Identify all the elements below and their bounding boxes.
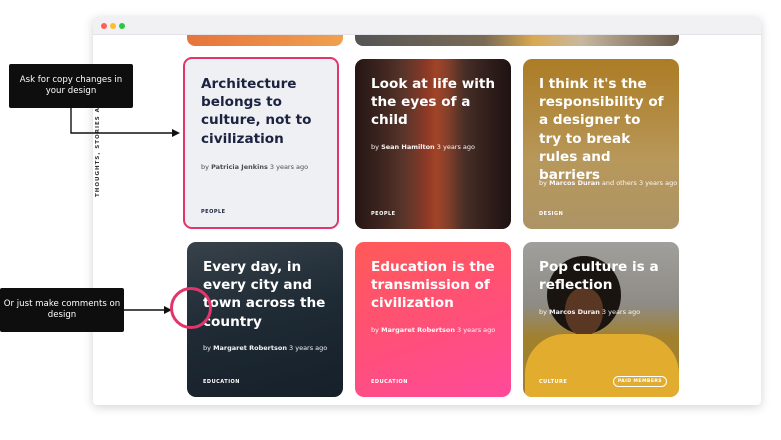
card-title[interactable]: Every day, in every city and town across… (203, 258, 331, 331)
card-author[interactable]: Marcos Duran (549, 308, 600, 316)
maximize-window-dot[interactable] (119, 23, 125, 29)
card-tag[interactable]: DESIGN (539, 211, 563, 217)
card-title[interactable]: Education is the transmission of civiliz… (371, 258, 499, 313)
card-author[interactable]: Margaret Robertson (213, 344, 287, 352)
card-time: 3 years ago (289, 344, 328, 352)
card-byline: by Marcos Duran and others 3 years ago (539, 179, 677, 187)
card-time: 3 years ago (269, 163, 309, 171)
article-card[interactable]: Every day, in every city and town across… (187, 242, 343, 397)
comment-marker-ring[interactable] (170, 287, 212, 329)
card-tag[interactable]: PEOPLE (201, 209, 226, 215)
card-title[interactable]: Pop culture is a reflection (539, 258, 667, 294)
card-author[interactable]: Sean Hamilton (381, 143, 435, 151)
card-title[interactable]: Look at life with the eyes of a child (371, 75, 499, 130)
minimize-window-dot[interactable] (110, 23, 116, 29)
card-author[interactable]: Patricia Jenkins (211, 163, 268, 171)
article-card[interactable]: Architecture belongs to culture, not to … (183, 57, 339, 229)
article-card[interactable]: Look at life with the eyes of a child by… (355, 59, 511, 229)
article-card[interactable]: Education is the transmission of civiliz… (355, 242, 511, 397)
annotation-comments: Or just make comments on design (0, 288, 124, 332)
paid-members-badge: PAID MEMBERS (612, 376, 667, 387)
card-byline: by Sean Hamilton 3 years ago (371, 143, 475, 151)
card-partial-image[interactable] (355, 35, 679, 46)
card-time: 3 years ago (436, 143, 476, 151)
card-author[interactable]: Marcos Duran (549, 179, 600, 187)
byline-prefix: by (539, 179, 547, 187)
card-tag[interactable]: EDUCATION (203, 379, 240, 385)
byline-prefix: by (203, 344, 211, 352)
card-byline: by Marcos Duran 3 years ago (539, 308, 640, 316)
card-time: and others 3 years ago (601, 179, 678, 187)
annotation-copy-changes: Ask for copy changes in your design (9, 64, 133, 108)
card-tag[interactable]: PEOPLE (371, 211, 396, 217)
portrait-sweater (525, 334, 679, 397)
card-author[interactable]: Margaret Robertson (381, 326, 455, 334)
byline-prefix: by (371, 326, 379, 334)
card-time: 3 years ago (601, 308, 641, 316)
byline-prefix: by (201, 163, 209, 171)
card-byline: by Margaret Robertson 3 years ago (203, 344, 327, 352)
card-tag[interactable]: EDUCATION (371, 379, 408, 385)
byline-prefix: by (371, 143, 379, 151)
card-byline: by Patricia Jenkins 3 years ago (201, 163, 308, 171)
stage: THOUGHTS, STORIES AND IDEAS Architecture… (0, 0, 781, 440)
card-byline: by Margaret Robertson 3 years ago (371, 326, 495, 334)
article-card[interactable]: Pop culture is a reflection by Marcos Du… (523, 242, 679, 397)
byline-prefix: by (539, 308, 547, 316)
card-title[interactable]: I think it's the responsibility of a des… (539, 75, 667, 184)
card-partial-orange[interactable] (187, 35, 343, 46)
browser-window: THOUGHTS, STORIES AND IDEAS Architecture… (93, 17, 761, 405)
card-time: 3 years ago (457, 326, 496, 334)
window-titlebar (93, 17, 761, 35)
article-card[interactable]: I think it's the responsibility of a des… (523, 59, 679, 229)
card-title[interactable]: Architecture belongs to culture, not to … (201, 75, 325, 148)
close-window-dot[interactable] (101, 23, 107, 29)
card-tag[interactable]: CULTURE (539, 379, 567, 385)
